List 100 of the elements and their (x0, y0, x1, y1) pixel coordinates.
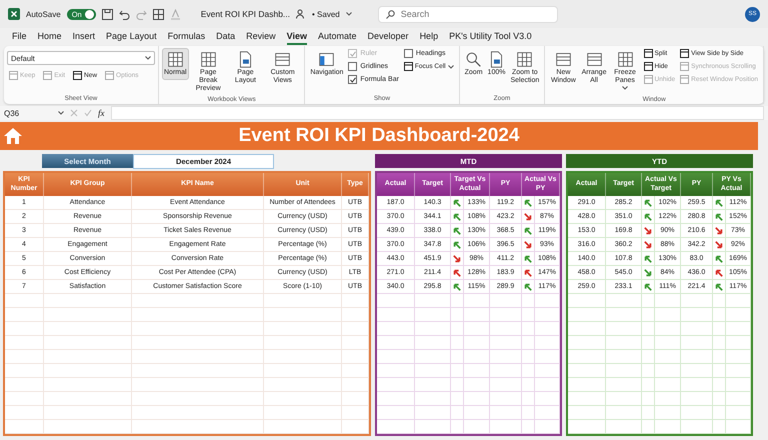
table-cell (606, 392, 642, 406)
checkbox[interactable] (348, 75, 358, 84)
table-cell (522, 336, 535, 350)
table-cell (415, 350, 451, 364)
table-cell (377, 336, 415, 350)
table-cell (451, 364, 464, 378)
menu-tab[interactable]: Review (246, 29, 276, 45)
table-cell (342, 294, 369, 308)
window-icon (644, 62, 653, 71)
menu-tab[interactable]: Insert (72, 29, 96, 45)
table-cell (568, 308, 606, 322)
menu-tab[interactable]: Home (38, 29, 62, 45)
table-cell (415, 322, 451, 336)
caret-icon (145, 56, 151, 60)
table-cell (415, 392, 451, 406)
table-cell (342, 322, 369, 336)
function-button[interactable]: fx (98, 108, 104, 118)
table-cell (655, 378, 681, 392)
table-cell (451, 420, 464, 434)
window-icon (680, 75, 690, 84)
person-icon[interactable] (296, 9, 306, 19)
table-cell (415, 294, 451, 308)
table-cell (5, 364, 44, 378)
window-icon (9, 71, 18, 80)
table-cell (5, 322, 44, 336)
table-cell (415, 406, 451, 420)
save-icon[interactable] (102, 8, 113, 20)
table-cell (464, 322, 490, 336)
table-cell (377, 406, 415, 420)
menu-tab[interactable]: Automate (318, 29, 357, 45)
menu-tab[interactable]: Data (216, 29, 236, 45)
borders-icon[interactable] (152, 8, 164, 20)
dashboard-title: Event ROI KPI Dashboard-2024 (238, 125, 520, 147)
spreadsheet-logo-icon[interactable] (8, 8, 20, 20)
menu-tab[interactable]: PK's Utility Tool V3.0 (449, 29, 532, 45)
table-cell (726, 378, 751, 392)
table-cell (342, 336, 369, 350)
table-cell (568, 364, 606, 378)
table-cell (342, 392, 369, 406)
table-cell (681, 336, 713, 350)
table-cell (490, 364, 522, 378)
table-cell (681, 420, 713, 434)
font-color-icon[interactable] (170, 8, 181, 20)
table-cell (451, 336, 464, 350)
table-cell (535, 350, 560, 364)
table-cell (713, 392, 726, 406)
table-cell (5, 378, 44, 392)
menu-tab[interactable]: Developer (368, 29, 409, 45)
home-icon[interactable] (3, 126, 23, 146)
table-cell (681, 294, 713, 308)
menu-tab[interactable]: Formulas (168, 29, 206, 45)
table-cell (713, 378, 726, 392)
table-cell (377, 420, 415, 434)
undo-icon[interactable] (118, 8, 130, 20)
menu-tab[interactable]: Help (420, 29, 438, 45)
table-cell (726, 364, 751, 378)
table-cell (713, 406, 726, 420)
table-cell (655, 350, 681, 364)
table-cell (726, 308, 751, 322)
table-cell (568, 336, 606, 350)
table-cell (568, 420, 606, 434)
window-icon (43, 71, 52, 80)
table-cell (451, 350, 464, 364)
menu-tab[interactable]: File (12, 29, 27, 45)
table-cell (535, 308, 560, 322)
table-cell (415, 378, 451, 392)
search-field[interactable]: Search (378, 6, 558, 22)
checkbox[interactable] (348, 62, 358, 71)
check-icon (84, 109, 92, 117)
table-cell (490, 308, 522, 322)
table-cell (377, 392, 415, 406)
formula-input[interactable] (110, 106, 764, 120)
table-cell (655, 336, 681, 350)
table-cell (655, 392, 681, 406)
table-cell (464, 336, 490, 350)
table-cell (451, 392, 464, 406)
table-cell (451, 406, 464, 420)
menu-tab[interactable]: Page Layout (106, 29, 157, 45)
table-cell (522, 364, 535, 378)
table-cell (342, 308, 369, 322)
table-cell (464, 350, 490, 364)
table-cell (535, 336, 560, 350)
window-icon (73, 71, 82, 80)
table-cell (5, 420, 44, 434)
window-icon (404, 62, 413, 71)
table-cell (377, 294, 415, 308)
table-cell (5, 350, 44, 364)
grid-icon (616, 51, 634, 68)
window-icon (274, 51, 292, 68)
name-box[interactable]: Q36 (4, 108, 64, 118)
table-cell (490, 406, 522, 420)
table-cell (377, 378, 415, 392)
table-cell (490, 350, 522, 364)
table-cell (5, 294, 44, 308)
table-cell (642, 378, 655, 392)
table-cell (377, 322, 415, 336)
table-cell (681, 308, 713, 322)
table-cell (377, 350, 415, 364)
save-status[interactable]: • Saved (312, 10, 340, 18)
checkbox[interactable] (404, 49, 413, 58)
